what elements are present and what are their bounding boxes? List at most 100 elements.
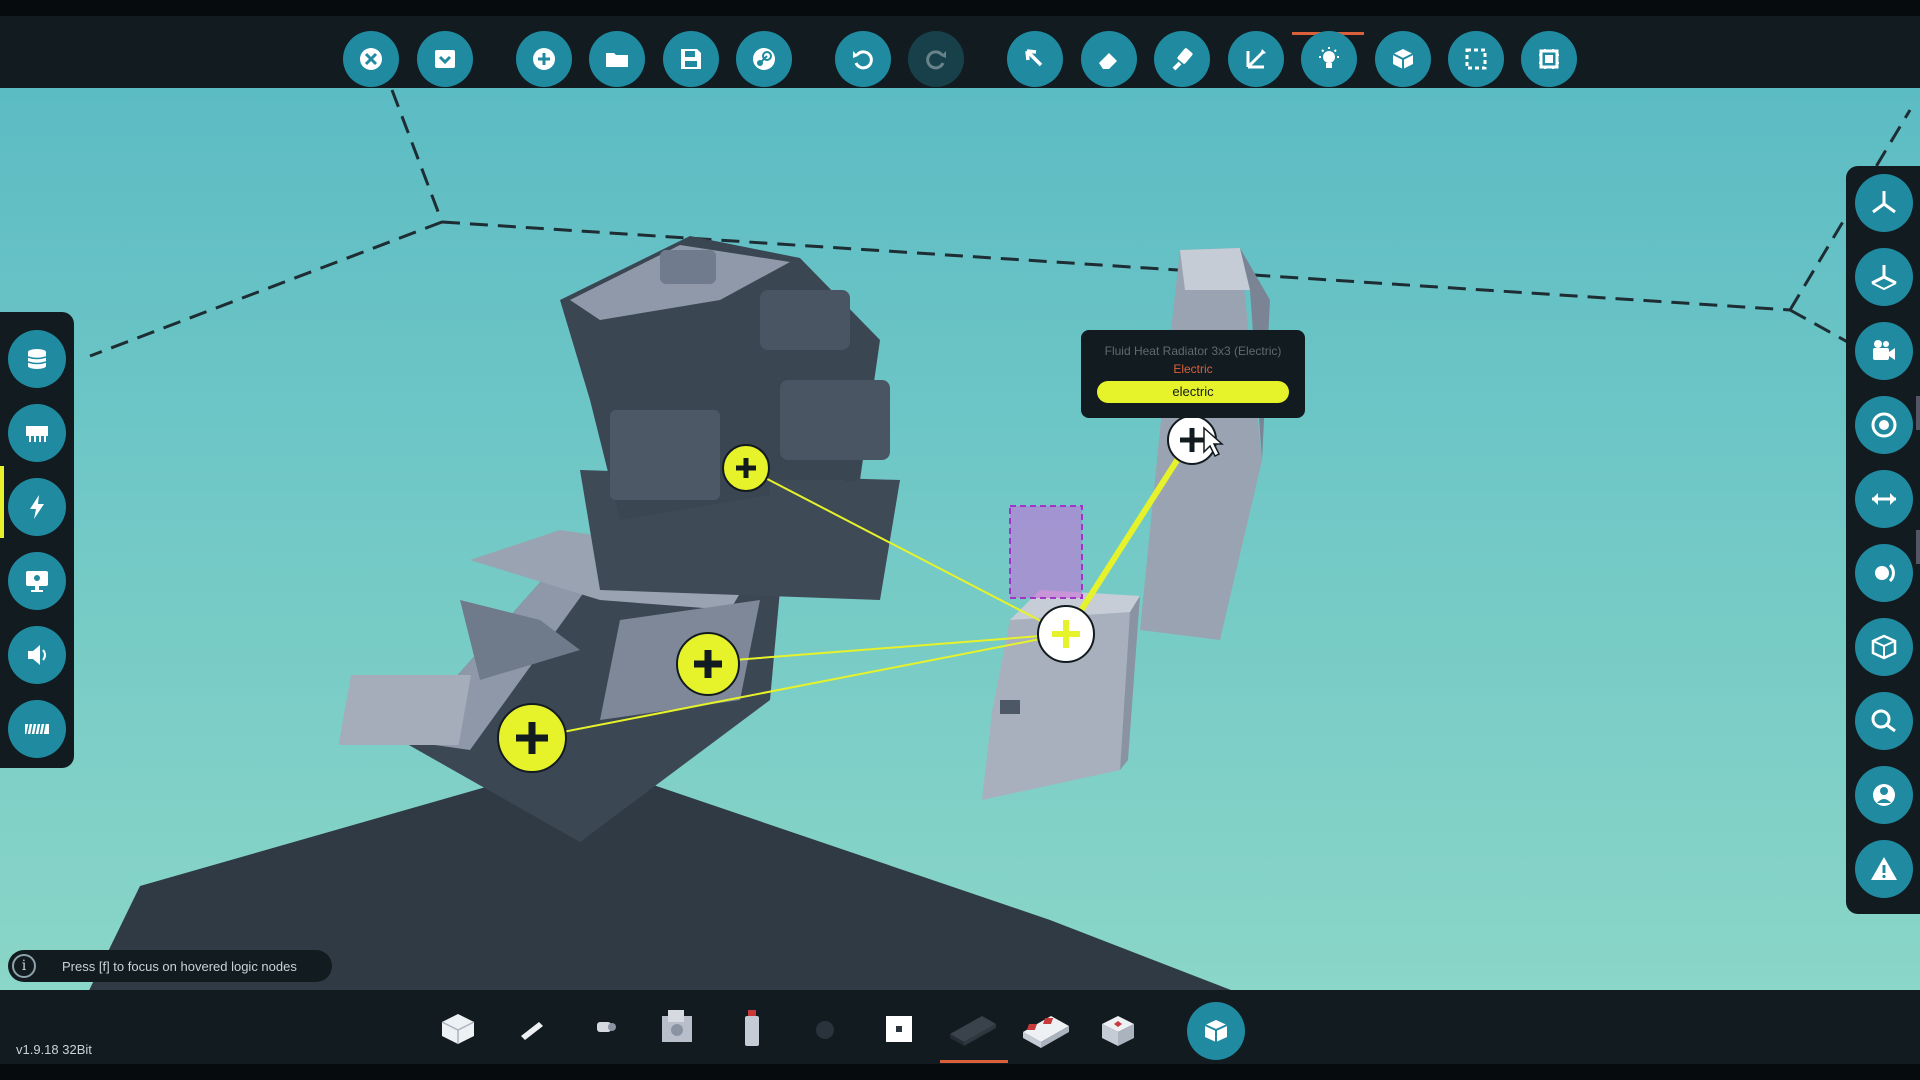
node-body-a[interactable] xyxy=(676,632,740,696)
floppy-icon xyxy=(681,49,701,69)
speaker-icon xyxy=(28,645,46,665)
target-icon xyxy=(1871,412,1897,438)
save-button[interactable] xyxy=(663,31,719,87)
workshop-button[interactable] xyxy=(736,31,792,87)
hint-text: Press [f] to focus on hovered logic node… xyxy=(62,958,297,974)
warning-icon xyxy=(1871,857,1897,880)
close-icon xyxy=(360,48,382,70)
transform-tool-button[interactable] xyxy=(1228,31,1284,87)
view-axis-alt-button[interactable] xyxy=(1855,248,1913,306)
pipe-icon xyxy=(597,1022,616,1032)
inventory-browser-button[interactable] xyxy=(1187,1002,1245,1060)
box-select-button[interactable] xyxy=(1448,31,1504,87)
tooltip-port[interactable]: electric xyxy=(1097,381,1289,403)
axis-icon xyxy=(1246,49,1266,69)
wedge-piece[interactable] xyxy=(503,1000,559,1056)
add-icon xyxy=(533,48,555,70)
monitor-icon xyxy=(26,571,48,592)
bulb-icon xyxy=(1319,47,1339,68)
camera-button[interactable] xyxy=(1855,322,1913,380)
steam-icon xyxy=(753,48,775,70)
close-button[interactable] xyxy=(343,31,399,87)
axis-tri-alt-icon xyxy=(1871,265,1897,291)
layer-audio-button[interactable] xyxy=(8,626,66,684)
selected-item-indicator xyxy=(940,1060,1008,1063)
move-button[interactable] xyxy=(1855,470,1913,528)
cursor-icon xyxy=(1025,49,1043,67)
view-axis-button[interactable] xyxy=(1855,174,1913,232)
folder-icon xyxy=(606,53,628,67)
pipe-piece[interactable] xyxy=(577,1000,633,1056)
eraser-icon xyxy=(1099,53,1117,69)
rotate-icon xyxy=(1875,563,1895,583)
center-button[interactable] xyxy=(1855,396,1913,454)
frame-icon xyxy=(886,1016,912,1042)
undo-icon xyxy=(853,50,873,70)
light-tool-button[interactable] xyxy=(1301,31,1357,87)
warning-button[interactable] xyxy=(1855,840,1913,898)
open-button[interactable] xyxy=(589,31,645,87)
axis-tri-icon xyxy=(1872,191,1896,214)
scroll-indicator xyxy=(1916,530,1920,564)
redo-icon xyxy=(926,50,946,70)
block-tool-button[interactable] xyxy=(1375,31,1431,87)
new-button[interactable] xyxy=(516,31,572,87)
arrows-icon xyxy=(1872,493,1896,505)
layer-grid-button[interactable] xyxy=(8,700,66,758)
block-white[interactable] xyxy=(430,1000,486,1056)
selection-icon xyxy=(1465,48,1487,70)
layer-electric-button[interactable] xyxy=(8,478,66,536)
zoom-button[interactable] xyxy=(1855,692,1913,750)
switch-block-piece[interactable] xyxy=(1017,1000,1073,1056)
scroll-indicator xyxy=(1916,396,1920,430)
scene-graphics xyxy=(0,88,1920,1050)
erase-tool-button[interactable] xyxy=(1081,31,1137,87)
node-battery[interactable] xyxy=(1037,605,1095,663)
bottom-inventory-bar: v1.9.18 32Bit xyxy=(0,990,1920,1080)
tooltip-type: Electric xyxy=(1173,362,1213,376)
canister-piece[interactable] xyxy=(724,1000,780,1056)
block-view-button[interactable] xyxy=(1855,618,1913,676)
logic-selection-box xyxy=(1009,505,1083,599)
layer-inventory-button[interactable] xyxy=(8,330,66,388)
database-icon xyxy=(27,349,47,369)
node-tooltip: Fluid Heat Radiator 3x3 (Electric) Elect… xyxy=(1081,330,1305,418)
editor-viewport[interactable] xyxy=(0,0,1920,1080)
sphere-icon xyxy=(816,1021,834,1039)
layer-panel xyxy=(0,312,74,768)
cube-icon xyxy=(1392,49,1414,69)
camera-icon xyxy=(1873,340,1895,360)
node-engine[interactable] xyxy=(722,444,770,492)
redo-button[interactable] xyxy=(908,31,964,87)
info-icon: i xyxy=(12,954,36,978)
button-block-piece[interactable] xyxy=(1090,1000,1146,1056)
select-tool-button[interactable] xyxy=(1007,31,1063,87)
character-button[interactable] xyxy=(1855,766,1913,824)
hint-bar: i Press [f] to focus on hovered logic no… xyxy=(8,950,332,982)
save-down-icon xyxy=(435,50,455,68)
save-menu-button[interactable] xyxy=(417,31,473,87)
bottom-edge xyxy=(0,1064,1920,1080)
undo-button[interactable] xyxy=(835,31,891,87)
cube-icon xyxy=(1204,1020,1228,1042)
engine-icon xyxy=(662,1010,692,1042)
paint-icon xyxy=(1172,48,1193,71)
rotate-button[interactable] xyxy=(1855,544,1913,602)
node-body-b[interactable] xyxy=(497,703,567,773)
active-layer-indicator xyxy=(0,466,4,538)
button-block-icon xyxy=(1102,1016,1134,1046)
magnify-icon xyxy=(1871,709,1896,733)
layer-logic-button[interactable] xyxy=(8,404,66,462)
battery-piece[interactable] xyxy=(944,1000,1000,1056)
view-panel xyxy=(1846,166,1920,914)
layer-display-button[interactable] xyxy=(8,552,66,610)
chip-icon xyxy=(1539,49,1559,69)
paint-tool-button[interactable] xyxy=(1154,31,1210,87)
engine-piece[interactable] xyxy=(650,1000,706,1056)
chipboard-icon xyxy=(26,426,48,442)
frame-piece[interactable] xyxy=(870,1000,926,1056)
microcontroller-button[interactable] xyxy=(1521,31,1577,87)
lightning-icon xyxy=(30,495,44,519)
sphere-piece[interactable] xyxy=(797,1000,853,1056)
battery-icon xyxy=(950,1016,996,1046)
